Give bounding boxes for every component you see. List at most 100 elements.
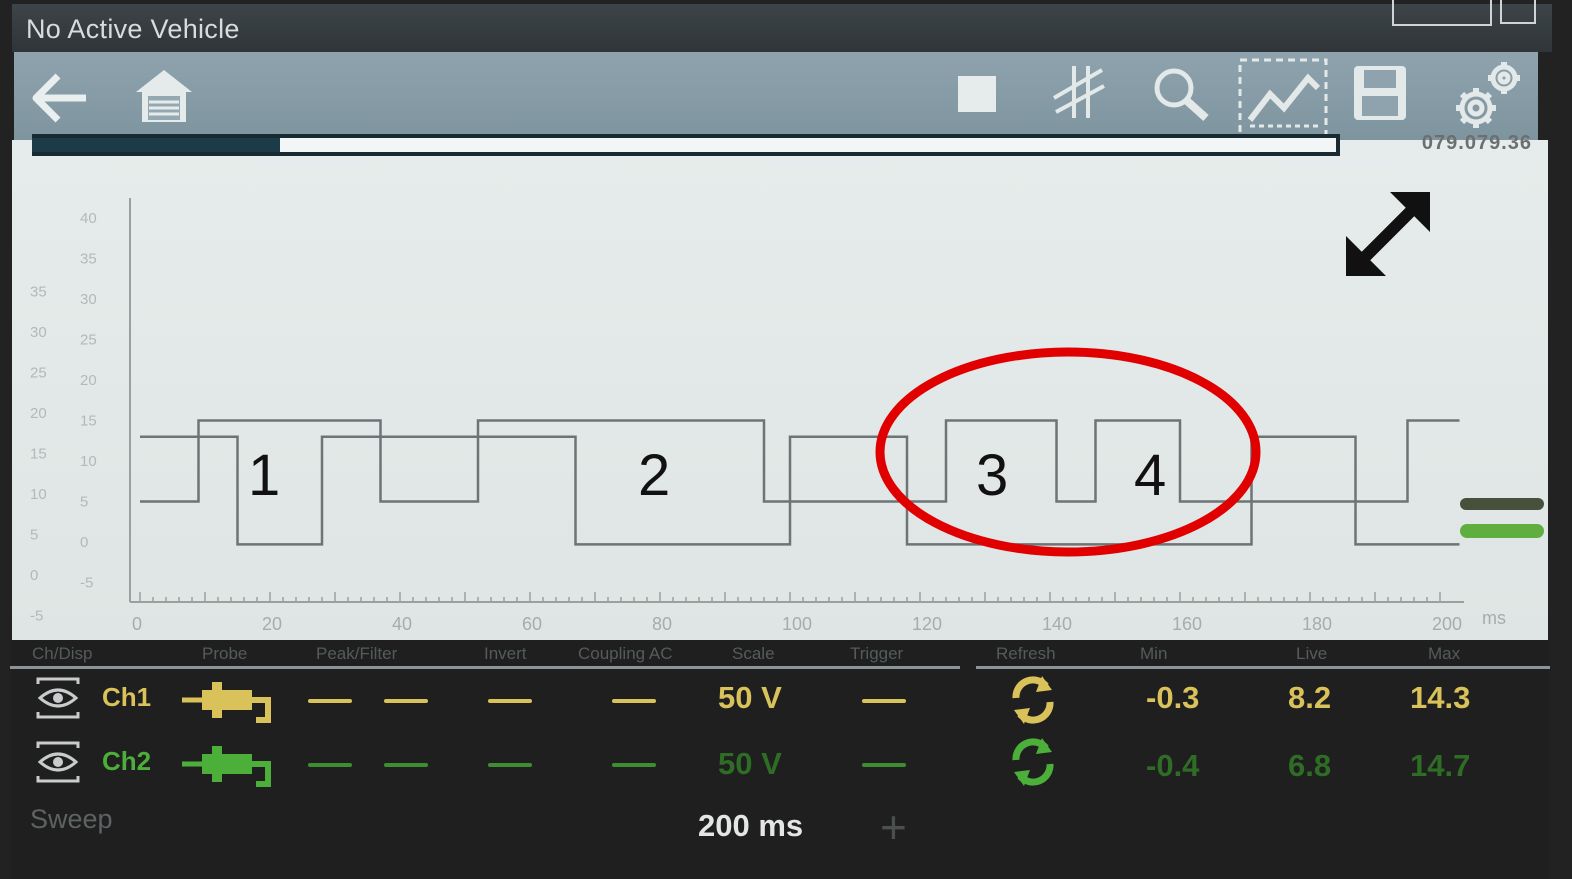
y-tick-label-ch2: 10 <box>30 486 47 503</box>
ch1-refresh-icon[interactable] <box>1006 674 1060 731</box>
ch1-label: Ch1 <box>102 682 152 712</box>
y-tick-label-ch2: 25 <box>30 365 47 382</box>
channel-row-ch2[interactable]: Ch2 50 V -0.4 6.8 14.7 <box>10 734 1550 794</box>
ch2-invert-value[interactable] <box>488 763 532 767</box>
ch2-probe-icon[interactable] <box>182 738 278 793</box>
col-header-ch-disp: Ch/Disp <box>32 644 93 663</box>
sweep-value[interactable]: 200 ms <box>698 808 803 844</box>
col-header-probe: Probe <box>202 644 248 663</box>
segment-label-2: 2 <box>638 443 670 508</box>
y-tick-label-ch2: 0 <box>30 567 38 584</box>
trace-ch1 <box>140 419 1460 503</box>
y-tick-label-ch1: 40 <box>80 210 97 227</box>
toolbar <box>14 52 1538 140</box>
y-tick-label-ch2: 5 <box>30 527 38 544</box>
ch1-filter-value[interactable] <box>384 699 428 703</box>
sweep-plus-button[interactable]: + <box>880 800 907 854</box>
window-icon[interactable] <box>1500 0 1536 24</box>
settings-gear-icon[interactable] <box>1446 38 1526 138</box>
y-tick-label-ch1: 5 <box>80 494 88 511</box>
trace-display-icon[interactable] <box>1236 30 1332 140</box>
col-header-refresh: Refresh <box>996 644 1056 663</box>
clock-box <box>1392 0 1492 26</box>
channel-panel: Ch/Disp Probe Peak/Filter Invert Couplin… <box>10 640 1550 879</box>
ch1-scale[interactable]: 50 V <box>718 680 782 716</box>
col-header-peak-filter: Peak/Filter <box>316 644 398 663</box>
x-tick-label: 200 <box>1432 614 1462 634</box>
visibility-eye-icon[interactable] <box>34 676 82 725</box>
ch2-trigger-value[interactable] <box>862 763 906 767</box>
y-tick-label-ch2: 20 <box>30 405 47 422</box>
waveform-plot: -5 0 5 10 15 20 25 30 35 40 -5 0 5 10 15 20 25 30 35 0 20 40… <box>30 192 1544 634</box>
sweep-label: Sweep <box>30 804 113 834</box>
y-tick-label-ch1: -5 <box>80 575 93 592</box>
graph-area[interactable]: 079.079.36 -5 0 5 10 15 20 25 30 35 40 -5 0 5 10 15 20 2… <box>12 132 1548 640</box>
header-divider-left <box>10 666 960 669</box>
segment-label-1: 1 <box>248 443 280 508</box>
ch2-live-value: 6.8 <box>1288 748 1332 783</box>
ch1-min-value: -0.3 <box>1146 680 1200 715</box>
back-arrow-icon[interactable] <box>28 70 92 126</box>
x-tick-label: 160 <box>1172 614 1202 634</box>
channel-row-ch1[interactable]: Ch1 50 V -0.3 8.2 14.3 <box>10 670 1550 730</box>
y-tick-label-ch2: 35 <box>30 284 47 301</box>
col-header-min: Min <box>1140 644 1168 663</box>
ch2-coupling-value[interactable] <box>612 763 656 767</box>
ch1-live-value: 8.2 <box>1288 680 1332 715</box>
col-header-coupling: Coupling AC <box>578 644 673 663</box>
ch2-level-marker[interactable] <box>1460 524 1544 538</box>
y-tick-label-ch2: 15 <box>30 446 47 463</box>
x-tick-label: 80 <box>652 614 672 634</box>
x-tick-label: 0 <box>132 614 142 634</box>
y-tick-label-ch2: -5 <box>30 608 43 625</box>
x-tick-label: 140 <box>1042 614 1072 634</box>
ch2-filter-value[interactable] <box>384 763 428 767</box>
y-tick-label-ch1: 20 <box>80 372 97 389</box>
visibility-eye-icon[interactable] <box>34 740 82 789</box>
ch2-scale[interactable]: 50 V <box>718 746 782 782</box>
x-tick-label: 100 <box>782 614 812 634</box>
y-tick-label-ch1: 0 <box>80 534 88 551</box>
ch1-max-value: 14.3 <box>1410 680 1471 715</box>
x-tick-label: 40 <box>392 614 412 634</box>
ch1-coupling-value[interactable] <box>612 699 656 703</box>
stop-icon[interactable] <box>954 72 1002 116</box>
y-tick-label-ch1: 10 <box>80 453 97 470</box>
x-tick-label: 120 <box>912 614 942 634</box>
y-tick-label-ch1: 35 <box>80 251 97 268</box>
col-header-trigger: Trigger <box>850 644 904 663</box>
ch1-invert-value[interactable] <box>488 699 532 703</box>
header-divider-right <box>976 666 1550 669</box>
x-tick-label: 20 <box>262 614 282 634</box>
ch2-refresh-icon[interactable] <box>1006 736 1060 793</box>
col-header-invert: Invert <box>484 644 527 663</box>
save-icon[interactable] <box>1348 62 1412 126</box>
y-tick-label-ch1: 15 <box>80 413 97 430</box>
col-header-scale: Scale <box>732 644 775 663</box>
ch1-level-marker[interactable] <box>1460 498 1544 510</box>
segment-label-4: 4 <box>1134 443 1166 508</box>
title-text: No Active Vehicle <box>26 14 240 44</box>
ch1-probe-icon[interactable] <box>182 674 278 729</box>
x-unit-label: ms <box>1482 608 1506 628</box>
ch1-trigger-value[interactable] <box>862 699 906 703</box>
cursor-icon[interactable] <box>1044 60 1114 124</box>
scope-screen: No Active Vehicle 079.079.36 -5 0 5 10 1… <box>0 0 1572 879</box>
x-tick-label: 60 <box>522 614 542 634</box>
y-tick-label-ch1: 30 <box>80 291 97 308</box>
home-garage-icon[interactable] <box>132 66 196 126</box>
ch1-peak-value[interactable] <box>308 699 352 703</box>
ch2-min-value: -0.4 <box>1146 748 1200 783</box>
ch2-max-value: 14.7 <box>1410 748 1471 783</box>
ch2-peak-value[interactable] <box>308 763 352 767</box>
col-header-live: Live <box>1296 644 1328 663</box>
ch2-label: Ch2 <box>102 746 152 776</box>
segment-label-3: 3 <box>976 443 1008 508</box>
annotation-ring <box>875 347 1261 557</box>
col-header-max: Max <box>1428 644 1461 663</box>
y-tick-label-ch2: 30 <box>30 324 47 341</box>
y-tick-label-ch1: 25 <box>80 332 97 349</box>
x-tick-label: 180 <box>1302 614 1332 634</box>
zoom-icon[interactable] <box>1148 64 1218 124</box>
expand-icon[interactable] <box>1346 192 1430 276</box>
